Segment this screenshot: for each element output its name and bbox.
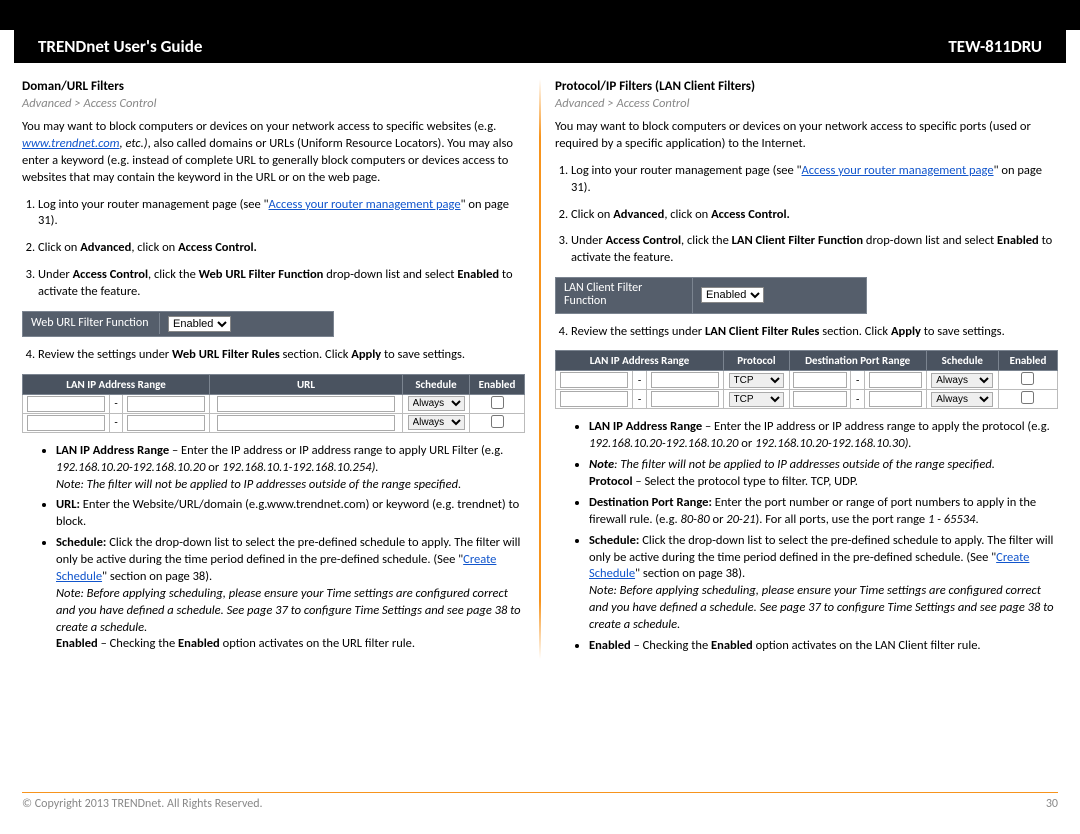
- section-title: Protocol/IP Filters (LAN Client Filters): [555, 79, 1058, 94]
- page-number: 30: [1046, 797, 1058, 811]
- header-title: TRENDnet User's Guide: [38, 36, 202, 57]
- protocol-select[interactable]: TCP: [729, 392, 785, 407]
- url-input[interactable]: [217, 396, 396, 412]
- lan-client-filter-box: LAN Client Filter Function Enabled: [555, 277, 867, 313]
- breadcrumb: Advanced > Access Control: [555, 96, 1058, 111]
- ip-to-input[interactable]: [127, 415, 205, 431]
- intro-paragraph: You may want to block computers or devic…: [555, 119, 1058, 153]
- web-url-filter-select[interactable]: Enabled: [168, 316, 231, 332]
- ip-to-input[interactable]: [651, 372, 719, 388]
- url-input[interactable]: [217, 415, 396, 431]
- th-port-range: Destination Port Range: [789, 351, 926, 371]
- bullet-enabled: Enabled – Checking the Enabled option ac…: [589, 638, 1058, 655]
- right-column: Protocol/IP Filters (LAN Client Filters)…: [555, 73, 1058, 659]
- doc-header: TRENDnet User's Guide TEW-811DRU: [14, 30, 1066, 63]
- th-ip-range: LAN IP Address Range: [23, 374, 210, 394]
- step-2: Click on Advanced, click on Access Contr…: [571, 207, 1058, 224]
- web-url-filter-box: Web URL Filter Function Enabled: [22, 311, 334, 337]
- uibox-label: LAN Client Filter Function: [556, 278, 693, 312]
- uibox-label: Web URL Filter Function: [23, 313, 160, 334]
- ip-from-input[interactable]: [560, 372, 628, 388]
- left-column: Doman/URL Filters Advanced > Access Cont…: [22, 73, 525, 659]
- th-schedule: Schedule: [403, 374, 470, 394]
- table-row: - TCP - Always: [556, 390, 1058, 409]
- bullet-port-range: Destination Port Range: Enter the port n…: [589, 495, 1058, 529]
- step-1: Log into your router management page (se…: [38, 197, 525, 231]
- bullet-schedule: Schedule: Click the drop-down list to se…: [56, 535, 525, 653]
- th-protocol: Protocol: [724, 351, 790, 371]
- th-url: URL: [210, 374, 403, 394]
- th-ip-range: LAN IP Address Range: [556, 351, 724, 371]
- th-schedule: Schedule: [926, 351, 998, 371]
- table-row: - Always: [23, 394, 525, 413]
- step-2: Click on Advanced, click on Access Contr…: [38, 240, 525, 257]
- breadcrumb: Advanced > Access Control: [22, 96, 525, 111]
- enabled-checkbox[interactable]: [491, 396, 504, 409]
- lan-client-filter-table: LAN IP Address Range Protocol Destinatio…: [555, 350, 1058, 409]
- schedule-select[interactable]: Always: [408, 415, 465, 430]
- example-link[interactable]: www.trendnet.com: [22, 136, 120, 151]
- schedule-select[interactable]: Always: [408, 396, 465, 411]
- enabled-checkbox[interactable]: [491, 415, 504, 428]
- section-title: Doman/URL Filters: [22, 79, 525, 94]
- bullet-ip-range: LAN IP Address Range – Enter the IP addr…: [589, 419, 1058, 453]
- port-to-input[interactable]: [869, 391, 923, 407]
- ip-to-input[interactable]: [127, 396, 205, 412]
- ip-from-input[interactable]: [27, 396, 105, 412]
- ip-from-input[interactable]: [560, 391, 628, 407]
- protocol-select[interactable]: TCP: [729, 373, 785, 388]
- port-to-input[interactable]: [869, 372, 923, 388]
- port-from-input[interactable]: [793, 372, 847, 388]
- column-divider: [539, 79, 541, 659]
- table-row: - Always: [23, 413, 525, 432]
- step-4: Review the settings under Web URL Filter…: [38, 347, 525, 364]
- step-3: Under Access Control, click the LAN Clie…: [571, 233, 1058, 267]
- th-enabled: Enabled: [998, 351, 1057, 371]
- bullet-ip-range: LAN IP Address Range – Enter the IP addr…: [56, 443, 525, 494]
- mgmt-page-link[interactable]: Access your router management page: [269, 197, 461, 212]
- th-enabled: Enabled: [470, 374, 525, 394]
- bullet-schedule: Schedule: Click the drop-down list to se…: [589, 533, 1058, 634]
- intro-paragraph: You may want to block computers or devic…: [22, 119, 525, 187]
- mgmt-page-link[interactable]: Access your router management page: [802, 163, 994, 178]
- step-3: Under Access Control, click the Web URL …: [38, 267, 525, 301]
- step-4: Review the settings under LAN Client Fil…: [571, 324, 1058, 341]
- bullet-note: Note: The filter will not be applied to …: [589, 457, 1058, 491]
- ip-from-input[interactable]: [27, 415, 105, 431]
- header-model: TEW-811DRU: [948, 36, 1042, 57]
- enabled-checkbox[interactable]: [1021, 391, 1034, 404]
- lan-client-filter-select[interactable]: Enabled: [701, 287, 764, 303]
- table-row: - TCP - Always: [556, 371, 1058, 390]
- ip-to-input[interactable]: [651, 391, 719, 407]
- step-1: Log into your router management page (se…: [571, 163, 1058, 197]
- copyright: © Copyright 2013 TRENDnet. All Rights Re…: [22, 797, 263, 811]
- enabled-checkbox[interactable]: [1021, 372, 1034, 385]
- web-url-filter-table: LAN IP Address Range URL Schedule Enable…: [22, 374, 525, 433]
- bullet-url: URL: Enter the Website/URL/domain (e.g.w…: [56, 497, 525, 531]
- schedule-select[interactable]: Always: [931, 392, 993, 407]
- schedule-select[interactable]: Always: [931, 373, 993, 388]
- footer: © Copyright 2013 TRENDnet. All Rights Re…: [22, 792, 1058, 811]
- port-from-input[interactable]: [793, 391, 847, 407]
